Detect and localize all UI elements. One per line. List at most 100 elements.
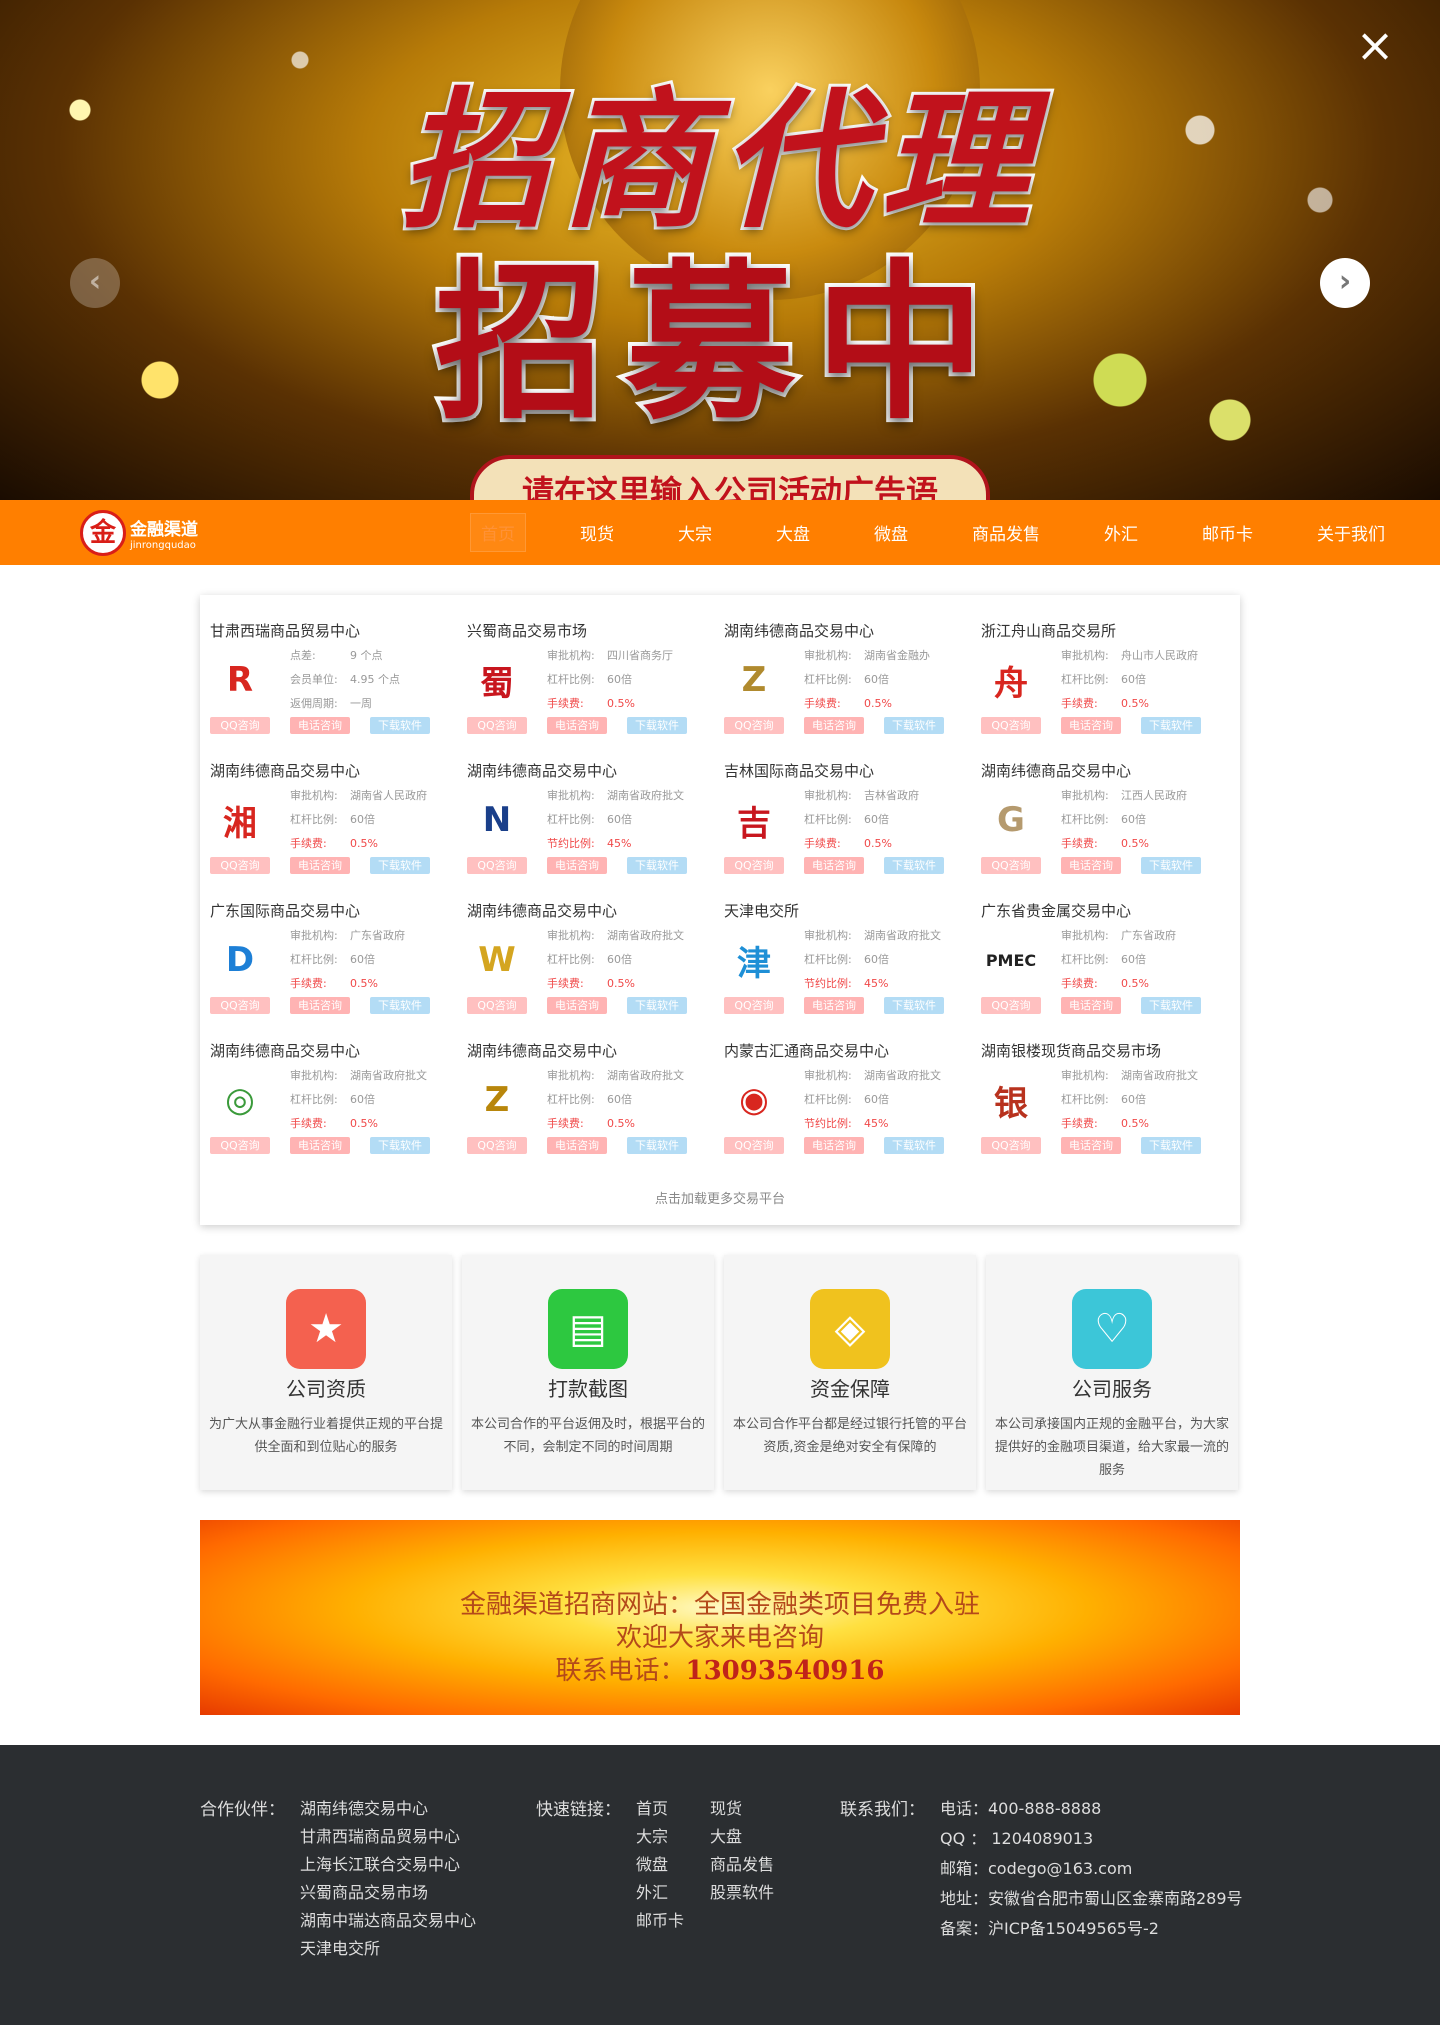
nav-item[interactable]: 大宗 [668,514,722,551]
phone-consult-button[interactable]: 电话咨询 [1061,997,1121,1014]
phone-consult-button[interactable]: 电话咨询 [804,997,864,1014]
download-software-button[interactable]: 下载软件 [1141,717,1201,734]
nav-item[interactable]: 邮币卡 [1192,514,1263,551]
platform-name[interactable]: 内蒙古汇通商品交易中心 [724,1040,889,1061]
download-software-button[interactable]: 下载软件 [1141,857,1201,874]
partner-link[interactable]: 湖南中瑞达商品交易中心 [300,1907,476,1931]
download-software-button[interactable]: 下载软件 [370,997,430,1014]
phone-consult-button[interactable]: 电话咨询 [804,717,864,734]
quick-link[interactable]: 股票软件 [710,1879,774,1903]
qq-consult-button[interactable]: QQ咨询 [724,1137,784,1154]
platform-name[interactable]: 广东国际商品交易中心 [210,900,360,921]
quick-link[interactable]: 大盘 [710,1823,742,1847]
platform-logo[interactable]: ◎ [210,1070,270,1130]
qq-consult-button[interactable]: QQ咨询 [981,997,1041,1014]
download-software-button[interactable]: 下载软件 [884,717,944,734]
qq-consult-button[interactable]: QQ咨询 [467,857,527,874]
site-logo[interactable]: 金 金融渠道 jinrongqudao [80,510,198,556]
platform-logo[interactable]: Z [724,650,784,710]
phone-consult-button[interactable]: 电话咨询 [290,997,350,1014]
download-software-button[interactable]: 下载软件 [627,717,687,734]
platform-logo[interactable]: Z [467,1070,527,1130]
platform-logo[interactable]: ◉ [724,1070,784,1130]
download-software-button[interactable]: 下载软件 [627,997,687,1014]
platform-name[interactable]: 湖南纬德商品交易中心 [981,760,1131,781]
qq-consult-button[interactable]: QQ咨询 [210,857,270,874]
platform-logo[interactable]: R [210,650,270,710]
quick-link[interactable]: 商品发售 [710,1851,774,1875]
platform-name[interactable]: 湖南银楼现货商品交易市场 [981,1040,1161,1061]
partner-link[interactable]: 兴蜀商品交易市场 [300,1879,428,1903]
download-software-button[interactable]: 下载软件 [884,857,944,874]
download-software-button[interactable]: 下载软件 [627,1137,687,1154]
download-software-button[interactable]: 下载软件 [370,1137,430,1154]
platform-logo[interactable]: PMEC [981,930,1041,990]
next-slide-icon[interactable]: › [1320,258,1370,308]
platform-logo[interactable]: D [210,930,270,990]
nav-item[interactable]: 现货 [570,514,624,551]
nav-item[interactable]: 首页 [470,513,526,552]
qq-consult-button[interactable]: QQ咨询 [981,1137,1041,1154]
download-software-button[interactable]: 下载软件 [370,717,430,734]
download-software-button[interactable]: 下载软件 [627,857,687,874]
qq-consult-button[interactable]: QQ咨询 [724,717,784,734]
platform-name[interactable]: 湖南纬德商品交易中心 [467,760,617,781]
partner-link[interactable]: 湖南纬德交易中心 [300,1795,428,1819]
quick-link[interactable]: 微盘 [636,1851,668,1875]
phone-consult-button[interactable]: 电话咨询 [1061,1137,1121,1154]
phone-consult-button[interactable]: 电话咨询 [804,1137,864,1154]
phone-consult-button[interactable]: 电话咨询 [547,1137,607,1154]
quick-link[interactable]: 现货 [710,1795,742,1819]
platform-name[interactable]: 湖南纬德商品交易中心 [467,900,617,921]
quick-link[interactable]: 首页 [636,1795,668,1819]
quick-link[interactable]: 大宗 [636,1823,668,1847]
platform-name[interactable]: 广东省贵金属交易中心 [981,900,1131,921]
nav-item[interactable]: 大盘 [766,514,820,551]
partner-link[interactable]: 上海长江联合交易中心 [300,1851,460,1875]
platform-logo[interactable]: G [981,790,1041,850]
platform-name[interactable]: 浙江舟山商品交易所 [981,620,1116,641]
download-software-button[interactable]: 下载软件 [884,1137,944,1154]
phone-consult-button[interactable]: 电话咨询 [290,717,350,734]
platform-logo[interactable]: W [467,930,527,990]
partner-link[interactable]: 甘肃西瑞商品贸易中心 [300,1823,460,1847]
phone-consult-button[interactable]: 电话咨询 [1061,717,1121,734]
platform-logo[interactable]: 湘 [210,790,270,850]
phone-consult-button[interactable]: 电话咨询 [1061,857,1121,874]
platform-name[interactable]: 湖南纬德商品交易中心 [467,1040,617,1061]
qq-consult-button[interactable]: QQ咨询 [210,717,270,734]
nav-item[interactable]: 外汇 [1094,514,1148,551]
qq-consult-button[interactable]: QQ咨询 [724,997,784,1014]
platform-logo[interactable]: 蜀 [467,650,527,710]
platform-logo[interactable]: 津 [724,930,784,990]
load-more-link[interactable]: 点击加载更多交易平台 [200,1188,1240,1207]
download-software-button[interactable]: 下载软件 [884,997,944,1014]
phone-consult-button[interactable]: 电话咨询 [290,857,350,874]
platform-name[interactable]: 湖南纬德商品交易中心 [210,1040,360,1061]
qq-consult-button[interactable]: QQ咨询 [724,857,784,874]
nav-item[interactable]: 微盘 [864,514,918,551]
phone-consult-button[interactable]: 电话咨询 [547,717,607,734]
quick-link[interactable]: 外汇 [636,1879,668,1903]
phone-consult-button[interactable]: 电话咨询 [547,997,607,1014]
platform-logo[interactable]: 吉 [724,790,784,850]
prev-slide-icon[interactable]: ‹ [70,258,120,308]
platform-name[interactable]: 湖南纬德商品交易中心 [210,760,360,781]
qq-consult-button[interactable]: QQ咨询 [467,1137,527,1154]
platform-name[interactable]: 甘肃西瑞商品贸易中心 [210,620,360,641]
qq-consult-button[interactable]: QQ咨询 [210,1137,270,1154]
platform-name[interactable]: 湖南纬德商品交易中心 [724,620,874,641]
platform-logo[interactable]: N [467,790,527,850]
platform-name[interactable]: 兴蜀商品交易市场 [467,620,587,641]
download-software-button[interactable]: 下载软件 [1141,997,1201,1014]
download-software-button[interactable]: 下载软件 [370,857,430,874]
close-icon[interactable]: × [1355,22,1395,68]
qq-consult-button[interactable]: QQ咨询 [467,717,527,734]
qq-consult-button[interactable]: QQ咨询 [210,997,270,1014]
quick-link[interactable]: 邮币卡 [636,1907,684,1931]
phone-consult-button[interactable]: 电话咨询 [290,1137,350,1154]
platform-name[interactable]: 吉林国际商品交易中心 [724,760,874,781]
platform-name[interactable]: 天津电交所 [724,900,799,921]
platform-logo[interactable]: 舟 [981,650,1041,710]
nav-item[interactable]: 商品发售 [962,514,1050,551]
